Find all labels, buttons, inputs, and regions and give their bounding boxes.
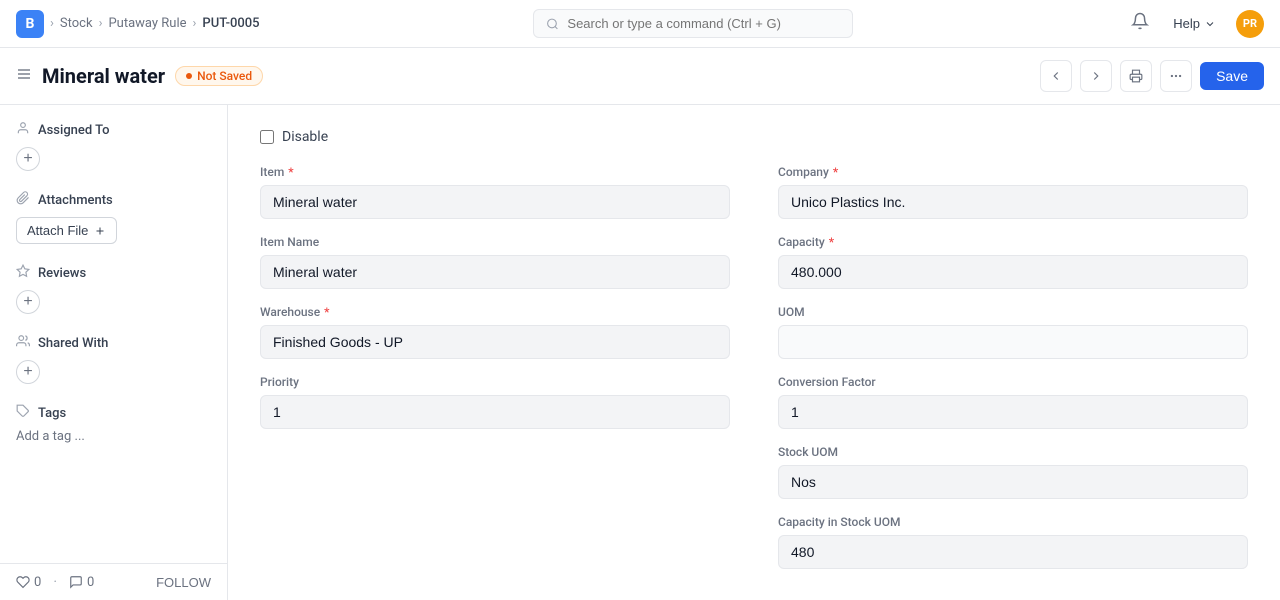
disable-label: Disable [282,129,328,145]
next-button[interactable] [1080,60,1112,92]
attachments-section: Attachments Attach File [16,191,211,244]
menu-icon[interactable] [16,66,32,86]
right-column: Company * Capacity * UOM [778,165,1248,585]
form-grid: Item * Item Name Warehouse * [260,165,1248,585]
dot-separator: · [53,574,57,590]
item-group: Item * [260,165,730,219]
stock-uom-input[interactable] [778,465,1248,499]
uom-label: UOM [778,305,1248,319]
item-name-group: Item Name [260,235,730,289]
plus-icon [94,225,106,237]
item-label: Item * [260,165,730,179]
item-name-input[interactable] [260,255,730,289]
breadcrumb-sep-1: › [50,16,54,31]
uom-group: UOM [778,305,1248,359]
assigned-to-section: Assigned To + [16,121,211,171]
disable-row: Disable [260,129,1248,145]
capacity-stock-uom-input[interactable] [778,535,1248,569]
item-input[interactable] [260,185,730,219]
left-column: Item * Item Name Warehouse * [260,165,730,585]
main-layout: Assigned To + Attachments Attach File [0,105,1280,600]
share-icon [16,334,30,352]
page-title: Mineral water [42,64,165,88]
warehouse-required: * [324,305,329,319]
company-input[interactable] [778,185,1248,219]
conversion-factor-group: Conversion Factor [778,375,1248,429]
comments-area: 0 [69,575,94,590]
assigned-to-header: Assigned To [16,121,211,139]
capacity-group: Capacity * [778,235,1248,289]
comment-icon[interactable] [69,575,83,589]
search-bar[interactable] [533,9,853,38]
capacity-stock-uom-group: Capacity in Stock UOM [778,515,1248,569]
capacity-required: * [829,235,834,249]
more-button[interactable] [1160,60,1192,92]
tag-icon [16,404,30,422]
priority-input[interactable] [260,395,730,429]
shared-with-section: Shared With + [16,334,211,384]
save-button[interactable]: Save [1200,62,1264,90]
notifications-button[interactable] [1127,8,1153,39]
breadcrumb-sep-2: › [99,16,103,31]
warehouse-label: Warehouse * [260,305,730,319]
main-content: Disable Item * Item Name [228,105,1280,600]
capacity-stock-uom-label: Capacity in Stock UOM [778,515,1248,529]
tags-header: Tags [16,404,211,422]
app-icon: B [16,10,44,38]
not-saved-badge: Not Saved [175,66,263,86]
page-header: Mineral water Not Saved Save [0,48,1280,105]
user-icon [16,121,30,139]
help-button[interactable]: Help [1165,12,1224,35]
company-label: Company * [778,165,1248,179]
breadcrumb-sep-3: › [193,16,197,31]
warehouse-input[interactable] [260,325,730,359]
priority-label: Priority [260,375,730,389]
tags-section: Tags Add a tag ... [16,404,211,444]
not-saved-dot [186,73,192,79]
add-tag-link[interactable]: Add a tag ... [16,429,85,444]
add-assigned-to-button[interactable]: + [16,147,40,171]
avatar: PR [1236,10,1264,38]
item-name-label: Item Name [260,235,730,249]
topnav: B › Stock › Putaway Rule › PUT-0005 Help… [0,0,1280,48]
breadcrumb-current: PUT-0005 [202,16,259,31]
follow-button[interactable]: FOLLOW [156,575,211,590]
warehouse-group: Warehouse * [260,305,730,359]
page-header-left: Mineral water Not Saved [16,64,263,88]
prev-button[interactable] [1040,60,1072,92]
reviews-header: Reviews [16,264,211,282]
add-review-button[interactable]: + [16,290,40,314]
stock-uom-group: Stock UOM [778,445,1248,499]
shared-with-header: Shared With [16,334,211,352]
company-required: * [833,165,838,179]
star-icon [16,264,30,282]
sidebar: Assigned To + Attachments Attach File [0,105,228,600]
topnav-right: Help PR [1127,8,1264,39]
print-button[interactable] [1120,60,1152,92]
breadcrumb-putaway-rule[interactable]: Putaway Rule [108,16,186,31]
capacity-label: Capacity * [778,235,1248,249]
page-header-right: Save [1040,60,1264,92]
breadcrumb-area: B › Stock › Putaway Rule › PUT-0005 [16,10,260,38]
conversion-factor-input[interactable] [778,395,1248,429]
disable-checkbox[interactable] [260,130,274,144]
stock-uom-label: Stock UOM [778,445,1248,459]
paperclip-icon [16,191,30,209]
add-shared-with-button[interactable]: + [16,360,40,384]
company-group: Company * [778,165,1248,219]
attachments-header: Attachments [16,191,211,209]
capacity-input[interactable] [778,255,1248,289]
heart-icon[interactable] [16,575,30,589]
reviews-section: Reviews + [16,264,211,314]
conversion-factor-label: Conversion Factor [778,375,1248,389]
item-required: * [288,165,293,179]
likes-area: 0 [16,575,41,590]
uom-input[interactable] [778,325,1248,359]
search-icon [546,17,559,31]
attach-file-button[interactable]: Attach File [16,217,117,244]
search-input[interactable] [567,16,840,31]
breadcrumb-stock[interactable]: Stock [60,16,93,31]
priority-group: Priority [260,375,730,429]
